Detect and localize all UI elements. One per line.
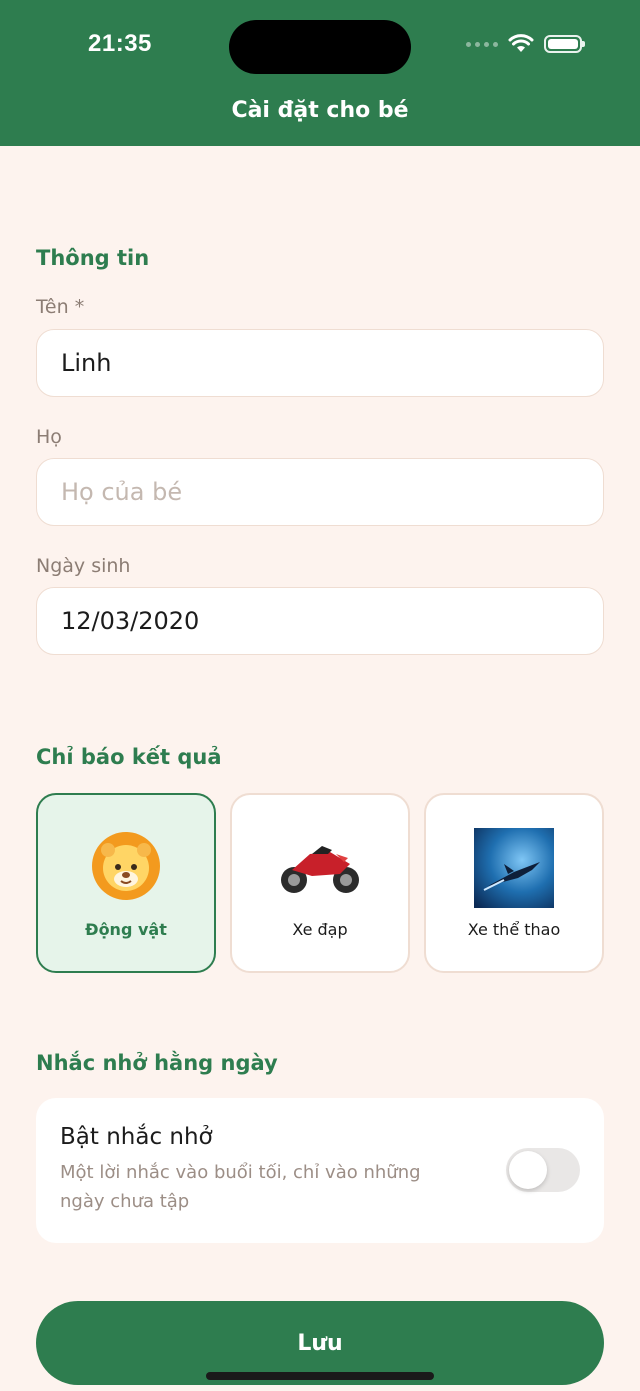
last-name-label: Họ [36,426,62,448]
indicator-option-bike[interactable]: Xe đạp [230,793,410,973]
indicator-option-sport[interactable]: Xe thể thao [424,793,604,973]
indicator-option-label: Xe thể thao [467,919,561,939]
birthday-label: Ngày sinh [36,555,131,577]
motorcycle-icon [278,828,362,908]
wifi-icon [508,34,534,52]
cellular-signal-icon [466,41,498,47]
lion-icon [84,828,168,908]
dynamic-island [229,20,411,74]
first-name-input[interactable]: Linh [36,329,604,397]
indicator-options: Động vật Xe đạp Xe thể thao [36,793,604,973]
last-name-input[interactable]: Họ của bé [36,458,604,526]
indicator-option-label: Động vật [85,919,167,939]
reminder-toggle-title: Bật nhắc nhở [60,1124,213,1150]
info-section-title: Thông tin [36,246,150,270]
indicator-option-animal[interactable]: Động vật [36,793,216,973]
jet-icon [472,827,556,908]
status-time: 21:35 [88,30,152,57]
reminder-section-title: Nhắc nhở hằng ngày [36,1051,278,1075]
indicator-option-label: Xe đạp [292,919,348,939]
first-name-label: Tên * [36,296,85,318]
birthday-input[interactable]: 12/03/2020 [36,587,604,655]
reminder-toggle-description: Một lời nhắc vào buổi tối, chỉ vào những… [60,1162,421,1212]
reminder-card: Bật nhắc nhở Một lời nhắc vào buổi tối, … [36,1098,604,1243]
reminder-toggle[interactable] [506,1148,580,1192]
toggle-knob [509,1151,547,1189]
indicator-section-title: Chỉ báo kết quả [36,745,222,769]
battery-icon [544,35,585,53]
home-indicator [206,1372,434,1380]
page-title: Cài đặt cho bé [231,98,409,123]
status-icons [466,34,585,54]
app-header: 21:35 Cài đặt cho bé [0,0,640,146]
